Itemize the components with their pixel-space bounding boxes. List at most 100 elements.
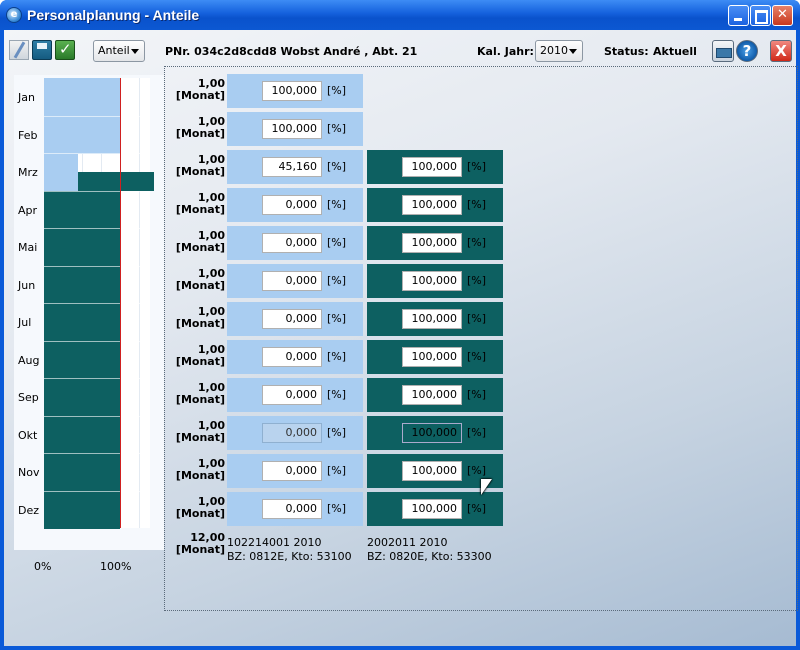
chart-reference-line: [119, 78, 121, 528]
percent-input[interactable]: 100,000: [262, 81, 322, 101]
chart-row-separator: [44, 490, 150, 492]
percent-unit-label: [%]: [327, 274, 347, 287]
row-unit-label: 1,00 [Monat]: [169, 154, 225, 178]
allocation-cell-col1: 0,000 [%]: [227, 302, 363, 336]
title-bar[interactable]: e Personalplanung - Anteile ✕: [0, 0, 800, 30]
row-unit-label: 1,00 [Monat]: [169, 382, 225, 406]
percent-input[interactable]: 100,000: [262, 119, 322, 139]
percent-unit-label: [%]: [467, 198, 487, 211]
allocation-cell-col2: 100,000 [%]: [367, 302, 503, 336]
chart-bar-segment: [44, 265, 120, 304]
percent-input[interactable]: 0,000: [262, 195, 322, 215]
percent-input[interactable]: 0,000: [262, 499, 322, 519]
chart-bar-segment: [44, 78, 120, 116]
chart-row-separator: [44, 190, 150, 192]
help-button[interactable]: ?: [736, 40, 758, 62]
percent-unit-label: [%]: [467, 160, 487, 173]
chart-category-label: Mai: [18, 241, 38, 254]
percent-input[interactable]: 100,000: [402, 499, 462, 519]
year-combo[interactable]: 2010: [535, 40, 583, 62]
chart-plot-area: [44, 78, 154, 529]
print-button[interactable]: [712, 40, 734, 62]
row-unit-name: [Monat]: [175, 431, 225, 444]
row-unit-label: 1,00 [Monat]: [169, 230, 225, 254]
chart-row-separator: [44, 340, 150, 342]
close-window-button[interactable]: ✕: [772, 5, 793, 26]
percent-input[interactable]: 100,000: [402, 309, 462, 329]
close-form-button[interactable]: X: [770, 40, 792, 62]
minimize-button[interactable]: [728, 5, 749, 26]
allocation-cell-col2: 100,000 [%]: [367, 340, 503, 374]
percent-unit-label: [%]: [467, 312, 487, 325]
row-unit-name: [Monat]: [175, 393, 225, 406]
row-unit-name: [Monat]: [175, 355, 225, 368]
percent-input[interactable]: 0,000: [262, 309, 322, 329]
chart-category-label: Okt: [18, 428, 38, 442]
row-unit-label: 1,00 [Monat]: [169, 458, 225, 482]
maximize-button[interactable]: [750, 5, 771, 26]
chart-row-separator: [44, 153, 150, 154]
row-unit-name: [Monat]: [175, 279, 225, 292]
chart-category-label: Jun: [18, 278, 36, 292]
percent-input[interactable]: 0,000: [262, 271, 322, 291]
allocation-cell-col2: 100,000 [%]: [367, 264, 503, 298]
row-unit-name: [Monat]: [175, 469, 225, 482]
chart-bar-segment: [44, 303, 120, 341]
column-account: BZ: 0820E, Kto: 53300: [367, 550, 492, 563]
chart-bar-segment: [44, 378, 120, 416]
chevron-down-icon: [569, 49, 577, 54]
percent-input[interactable]: 45,160: [262, 157, 322, 177]
x-tick-label: 0%: [34, 560, 52, 573]
percent-unit-label: [%]: [327, 502, 347, 515]
percent-input[interactable]: 0,000: [262, 347, 322, 367]
column-cost-center: 102214001 2010: [227, 536, 322, 549]
percent-input[interactable]: 0,000: [262, 461, 322, 481]
edit-note-icon[interactable]: [9, 40, 29, 60]
percent-unit-label: [%]: [327, 312, 347, 325]
row-unit-label: 1,00 [Monat]: [169, 420, 225, 444]
apply-check-icon[interactable]: [55, 40, 75, 60]
percent-unit-label: [%]: [327, 388, 347, 401]
chart-category-label: Apr: [18, 203, 38, 217]
chart-row-separator: [44, 453, 150, 454]
percent-input[interactable]: 0,000: [262, 233, 322, 253]
row-unit-name: [Monat]: [175, 127, 225, 140]
percent-input[interactable]: 100,000: [402, 195, 462, 215]
save-icon[interactable]: [32, 40, 52, 60]
allocation-cell-col1: 0,000 [%]: [227, 416, 363, 450]
percent-input[interactable]: 100,000: [402, 461, 462, 481]
column-footer: 2002011 2010 BZ: 0820E, Kto: 53300: [367, 536, 492, 564]
allocation-cell-col1: 0,000 [%]: [227, 226, 363, 260]
row-unit-name: [Monat]: [175, 317, 225, 330]
row-unit-label: 1,00 [Monat]: [169, 306, 225, 330]
status-label: Status:: [604, 45, 649, 58]
allocation-cell-col1: 100,000 [%]: [227, 74, 363, 108]
chart-category-label: Mrz: [18, 166, 38, 179]
percent-input[interactable]: 0,000: [262, 385, 322, 405]
percent-input[interactable]: 100,000: [402, 385, 462, 405]
chart-category-label: Jan: [18, 91, 35, 104]
chart-category-label: Sep: [18, 391, 39, 404]
allocation-cell-col1: 0,000 [%]: [227, 264, 363, 298]
percent-input: 100,000: [402, 423, 462, 443]
percent-unit-label: [%]: [467, 426, 487, 439]
percent-input[interactable]: 100,000: [402, 233, 462, 253]
percent-unit-label: [%]: [467, 236, 487, 249]
total-unit: [Monat]: [175, 543, 225, 556]
chart-row-separator: [44, 265, 150, 267]
allocation-cell-col1: 0,000 [%]: [227, 492, 363, 526]
percent-input[interactable]: 100,000: [402, 347, 462, 367]
row-unit-label: 1,00 [Monat]: [169, 116, 225, 140]
column-account: BZ: 0812E, Kto: 53100: [227, 550, 352, 563]
allocation-cell-col2: 100,000 [%]: [367, 188, 503, 222]
percent-unit-label: [%]: [327, 350, 347, 363]
row-unit-name: [Monat]: [175, 203, 225, 216]
percent-unit-label: [%]: [467, 350, 487, 363]
row-unit-name: [Monat]: [175, 89, 225, 102]
percent-input: 0,000: [262, 423, 322, 443]
percent-unit-label: [%]: [327, 84, 347, 97]
percent-input[interactable]: 100,000: [402, 271, 462, 291]
mode-combo[interactable]: Anteil: [93, 40, 145, 62]
percent-input[interactable]: 100,000: [402, 157, 462, 177]
chart-bar-segment: [44, 190, 120, 229]
